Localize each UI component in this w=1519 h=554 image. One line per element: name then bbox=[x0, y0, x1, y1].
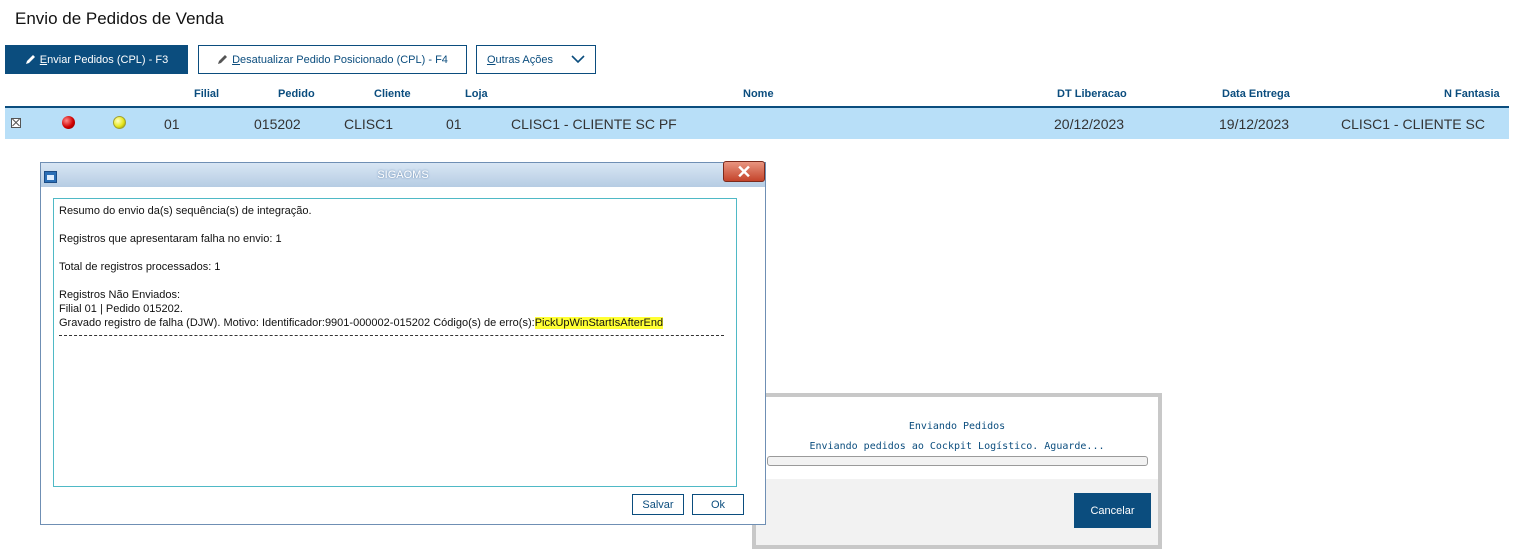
pencil-icon bbox=[25, 55, 35, 64]
progress-title: Enviando Pedidos bbox=[908, 421, 1006, 432]
column-header-loja[interactable]: Loja bbox=[465, 88, 488, 100]
yellow-status-icon bbox=[113, 116, 126, 129]
dialog-title-bar[interactable]: SIGAOMS bbox=[41, 163, 765, 187]
progress-message: Enviando pedidos ao Cockpit Logístico. A… bbox=[809, 441, 1105, 452]
cell-filial: 01 bbox=[164, 116, 180, 132]
enviar-pedidos-button[interactable]: Enviar Pedidos (CPL) - F3 bbox=[5, 45, 188, 74]
error-line-prefix: Gravado registro de falha (DJW). Motivo:… bbox=[59, 317, 535, 329]
row-checkbox[interactable] bbox=[11, 118, 21, 128]
column-header-pedido[interactable]: Pedido bbox=[278, 88, 315, 100]
column-header-n-fantasia[interactable]: N Fantasia bbox=[1444, 88, 1500, 100]
outras-acoes-label: Outras Ações bbox=[486, 53, 554, 66]
column-header-nome[interactable]: Nome bbox=[743, 88, 774, 100]
chevron-down-icon bbox=[571, 55, 585, 64]
column-header-filial[interactable]: Filial bbox=[194, 88, 219, 100]
cell-loja: 01 bbox=[446, 116, 462, 132]
cell-nome: CLISC1 - CLIENTE SC PF bbox=[511, 116, 677, 132]
page-title: Envio de Pedidos de Venda bbox=[15, 9, 224, 28]
message-line: Gravado registro de falha (DJW). Motivo:… bbox=[59, 317, 664, 329]
progress-panel: Enviando Pedidos Enviando pedidos ao Coc… bbox=[752, 393, 1162, 549]
message-textarea[interactable]: Resumo do envio da(s) sequência(s) de in… bbox=[53, 198, 737, 487]
pencil-icon bbox=[218, 55, 228, 64]
error-code-highlight: PickUpWinStartIsAfterEnd bbox=[534, 317, 664, 329]
message-line: Registros Não Enviados: bbox=[59, 289, 181, 301]
enviar-pedidos-label: Enviar Pedidos (CPL) - F3 bbox=[39, 53, 169, 66]
dialog-title: SIGAOMS bbox=[377, 169, 429, 181]
sigaoms-dialog: SIGAOMS ✕ Resumo do envio da(s) sequênci… bbox=[40, 161, 766, 525]
message-line: Resumo do envio da(s) sequência(s) de in… bbox=[59, 205, 312, 217]
separator-line bbox=[59, 335, 724, 336]
column-header-data-entrega[interactable]: Data Entrega bbox=[1222, 88, 1290, 100]
ok-button[interactable]: Ok bbox=[692, 494, 744, 515]
cell-cliente: CLISC1 bbox=[344, 116, 394, 132]
column-header-cliente[interactable]: Cliente bbox=[374, 88, 411, 100]
close-icon: ✕ bbox=[736, 162, 752, 182]
desatualizar-pedido-button[interactable]: Desatualizar Pedido Posicionado (CPL) - … bbox=[198, 45, 467, 74]
salvar-button[interactable]: Salvar bbox=[632, 494, 684, 515]
message-line: Total de registros processados: 1 bbox=[59, 261, 221, 273]
message-line: Registros que apresentaram falha no envi… bbox=[59, 233, 282, 245]
column-header-dt-liberacao[interactable]: DT Liberacao bbox=[1057, 88, 1127, 100]
red-status-icon bbox=[62, 116, 75, 129]
close-button[interactable]: ✕ bbox=[723, 161, 765, 182]
cell-data-entrega: 19/12/2023 bbox=[1219, 116, 1290, 132]
outras-acoes-button[interactable]: Outras Ações bbox=[476, 45, 596, 74]
cancel-button[interactable]: Cancelar bbox=[1074, 493, 1151, 528]
table-row[interactable]: 01 015202 CLISC1 01 CLISC1 - CLIENTE SC … bbox=[5, 108, 1509, 139]
cell-n-fantasia: CLISC1 - CLIENTE SC bbox=[1341, 116, 1485, 132]
desatualizar-pedido-label: Desatualizar Pedido Posicionado (CPL) - … bbox=[232, 53, 448, 66]
cell-dt-liberacao: 20/12/2023 bbox=[1054, 116, 1125, 132]
message-line: Filial 01 | Pedido 015202. bbox=[59, 303, 183, 315]
cell-pedido: 015202 bbox=[254, 116, 301, 132]
progress-bar bbox=[767, 456, 1148, 466]
